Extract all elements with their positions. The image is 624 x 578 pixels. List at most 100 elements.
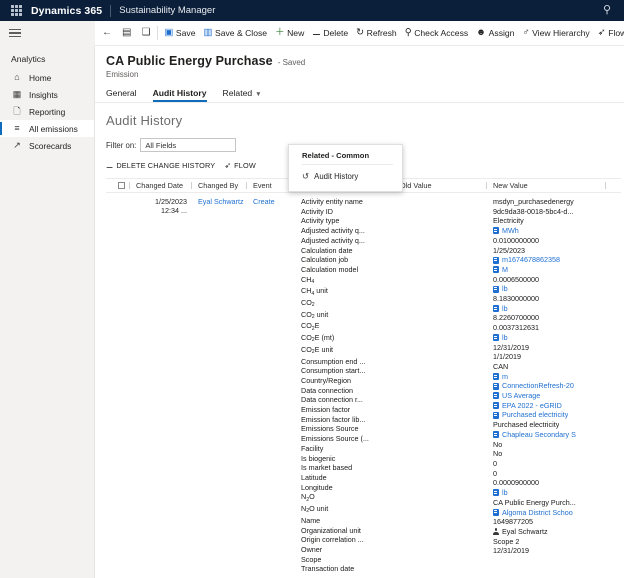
new-value-cell[interactable]: Chapleau Secondary S <box>493 430 604 440</box>
new-value-cell: No <box>493 449 604 459</box>
select-all-checkbox[interactable] <box>106 179 128 192</box>
waffle-grid-icon[interactable] <box>9 4 23 18</box>
new-value-cell[interactable]: Purchased electricity <box>493 410 604 420</box>
flow-action-button[interactable]: ➶ FLOW <box>224 161 256 170</box>
column-label: Changed By <box>198 181 239 190</box>
new-value-cell: 9dc9da38-0018-5bc4-d... <box>493 207 604 217</box>
entity-name-label: Emission <box>106 70 139 79</box>
flow-icon: ➶ <box>597 27 606 39</box>
changed-field-cell: Latitude <box>301 472 327 482</box>
changed-field-list: Activity entity name Activity ID Activity … <box>301 197 392 574</box>
new-value-cell[interactable]: US Average <box>493 391 604 401</box>
search-icon[interactable]: ⚲ <box>600 5 614 16</box>
new-value-text: lb <box>502 488 508 498</box>
tab-related[interactable]: Related ▼ <box>223 86 268 102</box>
record-link-icon <box>493 392 499 400</box>
cell-changed-by[interactable]: Eyal Schwartz <box>190 197 245 574</box>
new-value-text: MWh <box>502 226 519 236</box>
column-header-event[interactable]: Event <box>245 179 293 192</box>
row-checkbox[interactable] <box>106 197 128 574</box>
tab-general[interactable]: General <box>106 86 143 102</box>
top-navigation-bar: Dynamics 365 Sustainability Manager ⚲ <box>0 0 624 21</box>
new-value-text: CA Public Energy Purch... <box>493 497 576 507</box>
flyout-header: Related - Common <box>302 151 370 160</box>
hamburger-menu-icon[interactable] <box>9 28 21 38</box>
record-link-icon <box>493 305 499 313</box>
pin-panel-button[interactable]: ▤ <box>117 21 136 45</box>
new-value-cell[interactable]: Algoma District Schoo <box>493 508 604 518</box>
check-access-label: Check Access <box>414 28 469 38</box>
changed-field-cell: Activity ID <box>301 206 333 216</box>
sidebar-item-all-emissions[interactable]: ≡ All emissions <box>0 120 94 137</box>
new-value-cell[interactable]: lb <box>493 488 604 498</box>
new-value-cell[interactable]: lb <box>493 333 604 343</box>
delete-change-history-button[interactable]: ⚊ DELETE CHANGE HISTORY <box>106 161 215 170</box>
assign-label: Assign <box>488 28 515 38</box>
filter-select[interactable]: All Fields <box>140 138 237 152</box>
record-link-icon <box>493 489 499 497</box>
sidebar-group-title: Analytics <box>11 54 46 64</box>
new-value-text: 0 <box>493 458 497 468</box>
brand-label[interactable]: Dynamics 365 <box>31 5 102 17</box>
popout-button[interactable]: ❏ <box>136 21 155 45</box>
new-value-text: US Average <box>502 391 541 401</box>
filter-value: All Fields <box>145 140 177 150</box>
column-header-new-value[interactable]: New Value <box>485 179 604 192</box>
scorecard-icon: ↗ <box>13 140 21 150</box>
new-value-text: EPA 2022 - eGRID <box>502 400 562 410</box>
new-value-cell: Electricity <box>493 216 604 226</box>
tab-audit-history[interactable]: Audit History <box>152 86 213 102</box>
chevron-down-icon: ▼ <box>255 91 262 98</box>
column-header-changed-by[interactable]: Changed By <box>190 179 245 192</box>
column-header-changed-date[interactable]: Changed Date <box>128 179 190 192</box>
new-value-cell[interactable]: m1674678862358 <box>493 255 604 265</box>
sidebar-item-scorecards[interactable]: ↗ Scorecards <box>0 137 94 154</box>
refresh-button[interactable]: ↻ Refresh <box>352 21 401 45</box>
cell-event[interactable]: Create <box>245 197 293 574</box>
changed-field-cell: Adjusted activity q... <box>301 235 365 245</box>
new-value-cell[interactable]: ConnectionRefresh-20 <box>493 381 604 391</box>
changed-field-cell: Calculation model <box>301 264 359 274</box>
new-value-text: Scope 2 <box>493 536 520 546</box>
sidebar-toggle-cell[interactable] <box>0 21 95 46</box>
back-button[interactable]: ← <box>97 21 117 45</box>
section-title: Audit History <box>106 113 183 128</box>
record-link-icon <box>493 256 499 264</box>
delete-label: Delete <box>323 28 349 38</box>
page-body: Analytics ⌂ Home ▦ Insights 🗋 Reporting … <box>0 46 624 578</box>
new-button[interactable]: ＋ New <box>271 21 308 45</box>
assign-button[interactable]: ☻ Assign <box>472 21 518 45</box>
sidebar-item-insights[interactable]: ▦ Insights <box>0 86 94 103</box>
flyout-item-audit-history[interactable]: ↺ Audit History <box>289 165 402 182</box>
new-value-cell[interactable]: lb <box>493 304 604 314</box>
new-value-cell: 0 <box>493 459 604 469</box>
new-value-cell[interactable]: EPA 2022 - eGRID <box>493 401 604 411</box>
check-access-button[interactable]: ⚲ Check Access <box>401 21 472 45</box>
new-value-cell: 12/31/2019 <box>493 546 604 556</box>
column-label: Changed Date <box>136 181 184 190</box>
new-value-cell[interactable]: m <box>493 372 604 382</box>
new-value-cell[interactable]: M <box>493 265 604 275</box>
new-value-text: 0.0100000000 <box>493 235 539 245</box>
view-hierarchy-button[interactable]: ♂ View Hierarchy <box>518 21 593 45</box>
new-value-cell[interactable]: MWh <box>493 226 604 236</box>
delete-button[interactable]: ⚊ Delete <box>308 21 352 45</box>
changed-field-cell: Is market based <box>301 463 353 473</box>
sidebar-item-reporting[interactable]: 🗋 Reporting <box>0 103 94 120</box>
flow-button[interactable]: ➶Flow▼ <box>594 21 624 45</box>
table-row[interactable]: 1/25/2023 12:34 ... Eyal Schwartz Create… <box>106 193 621 574</box>
audit-history-grid: Changed Date Changed By Event Changed Fi… <box>106 178 621 574</box>
save-button[interactable]: ▣ Save <box>160 21 199 45</box>
app-name-label[interactable]: Sustainability Manager <box>119 5 215 16</box>
changed-field-cell: Calculation date <box>301 245 353 255</box>
new-value-cell: 0.0006500000 <box>493 275 604 285</box>
sidebar-item-home[interactable]: ⌂ Home <box>0 69 94 86</box>
column-header-old-value[interactable]: Old Value <box>392 179 485 192</box>
new-value-cell[interactable]: lb <box>493 284 604 294</box>
new-value-cell: Purchased electricity <box>493 420 604 430</box>
save-and-close-button[interactable]: ▥ Save & Close <box>200 21 272 45</box>
new-value-text: 1/1/2019 <box>493 352 521 362</box>
new-value-list: msdyn_purchasedenergy 9dc9da38-0018-5bc4-… <box>493 197 604 556</box>
sidebar-item-label: Scorecards <box>29 140 72 151</box>
new-value-cell: No <box>493 440 604 450</box>
